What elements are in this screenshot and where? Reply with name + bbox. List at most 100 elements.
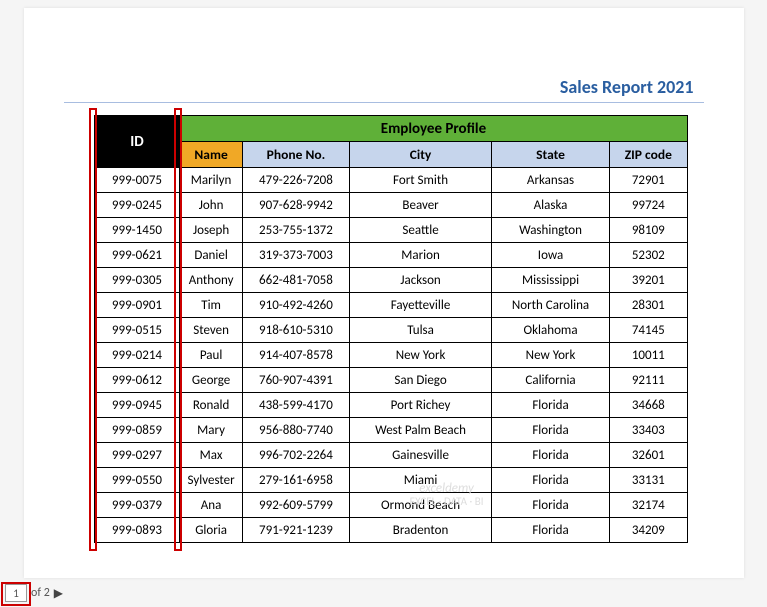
cell-name: Ana [180,493,242,518]
cell-city: West Palm Beach [350,418,492,443]
table-row: 999-0379Ana992-609-5799Ormond BeachFlori… [94,493,687,518]
table-row: 999-0621Daniel319-373-7003MarionIowa5230… [94,243,687,268]
table-row: 999-0515Steven918-610-5310TulsaOklahoma7… [94,318,687,343]
cell-state: Florida [491,493,609,518]
cell-city: Tulsa [350,318,492,343]
table-row: 999-0901Tim910-492-4260FayettevilleNorth… [94,293,687,318]
cell-zip: 32174 [610,493,687,518]
cell-city: Beaver [350,193,492,218]
cell-zip: 34668 [610,393,687,418]
cell-name: Sylvester [180,468,242,493]
cell-phone: 910-492-4260 [242,293,349,318]
cell-zip: 74145 [610,318,687,343]
cell-name: Marilyn [180,168,242,193]
cell-id: 999-0305 [94,268,180,293]
cell-id: 999-0893 [94,518,180,543]
table-row: 999-0859Mary956-880-7740West Palm BeachF… [94,418,687,443]
cell-name: Steven [180,318,242,343]
col-name: Name [180,142,242,168]
cell-zip: 39201 [610,268,687,293]
cell-phone: 662-481-7058 [242,268,349,293]
cell-name: Joseph [180,218,242,243]
cell-state: Mississippi [491,268,609,293]
cell-city: Ormond Beach [350,493,492,518]
cell-zip: 92111 [610,368,687,393]
cell-city: Jackson [350,268,492,293]
cell-name: Gloria [180,518,242,543]
cell-id: 999-0859 [94,418,180,443]
cell-phone: 253-755-1372 [242,218,349,243]
cell-id: 999-0075 [94,168,180,193]
table-row: 999-0075Marilyn479-226-7208Fort SmithArk… [94,168,687,193]
cell-phone: 319-373-7003 [242,243,349,268]
col-city: City [350,142,492,168]
cell-phone: 914-407-8578 [242,343,349,368]
cell-zip: 32601 [610,443,687,468]
page-number-input[interactable]: 1 [5,584,27,602]
cell-zip: 28301 [610,293,687,318]
cell-city: Marion [350,243,492,268]
table-row: 999-0297Max996-702-2264GainesvilleFlorid… [94,443,687,468]
cell-state: Arkansas [491,168,609,193]
cell-zip: 72901 [610,168,687,193]
cell-state: Florida [491,393,609,418]
cell-id: 999-0515 [94,318,180,343]
cell-state: Washington [491,218,609,243]
cell-name: Mary [180,418,242,443]
cell-state: Florida [491,468,609,493]
cell-city: Port Richey [350,393,492,418]
cell-zip: 34209 [610,518,687,543]
table-row: 999-0245John907-628-9942BeaverAlaska9972… [94,193,687,218]
table-wrap: ID Employee Profile Name Phone No. City … [64,115,704,543]
cell-state: Oklahoma [491,318,609,343]
cell-zip: 52302 [610,243,687,268]
table-row: 999-0214Paul914-407-8578New YorkNew York… [94,343,687,368]
cell-state: Iowa [491,243,609,268]
cell-name: Ronald [180,393,242,418]
cell-zip: 98109 [610,218,687,243]
cell-id: 999-0214 [94,343,180,368]
cell-id: 999-0297 [94,443,180,468]
cell-state: Florida [491,443,609,468]
id-header: ID [94,116,180,168]
cell-zip: 10011 [610,343,687,368]
cell-city: Gainesville [350,443,492,468]
cell-zip: 99724 [610,193,687,218]
cell-id: 999-0245 [94,193,180,218]
cell-phone: 791-921-1239 [242,518,349,543]
cell-zip: 33131 [610,468,687,493]
employee-table: ID Employee Profile Name Phone No. City … [94,115,688,543]
cell-state: North Carolina [491,293,609,318]
cell-id: 999-0379 [94,493,180,518]
table-row: 999-0550Sylvester279-161-6958MiamiFlorid… [94,468,687,493]
cell-state: Alaska [491,193,609,218]
table-row: 999-0612George760-907-4391San DiegoCalif… [94,368,687,393]
cell-state: New York [491,343,609,368]
col-zip: ZIP code [610,142,687,168]
cell-name: John [180,193,242,218]
col-phone: Phone No. [242,142,349,168]
cell-city: Seattle [350,218,492,243]
cell-id: 999-0945 [94,393,180,418]
cell-id: 999-0612 [94,368,180,393]
next-page-arrow-icon[interactable]: ▶ [54,586,63,601]
cell-name: Tim [180,293,242,318]
cell-city: San Diego [350,368,492,393]
cell-zip: 33403 [610,418,687,443]
cell-name: Daniel [180,243,242,268]
cell-city: Bradenton [350,518,492,543]
cell-id: 999-0621 [94,243,180,268]
cell-name: Paul [180,343,242,368]
table-row: 999-0305Anthony662-481-7058JacksonMissis… [94,268,687,293]
cell-city: Miami [350,468,492,493]
col-state: State [491,142,609,168]
cell-name: Anthony [180,268,242,293]
table-row: 999-1450Joseph253-755-1372SeattleWashing… [94,218,687,243]
cell-state: Florida [491,518,609,543]
cell-name: George [180,368,242,393]
table-row: 999-0945Ronald438-599-4170Port RicheyFlo… [94,393,687,418]
cell-id: 999-0901 [94,293,180,318]
cell-phone: 479-226-7208 [242,168,349,193]
cell-phone: 992-609-5799 [242,493,349,518]
cell-phone: 438-599-4170 [242,393,349,418]
